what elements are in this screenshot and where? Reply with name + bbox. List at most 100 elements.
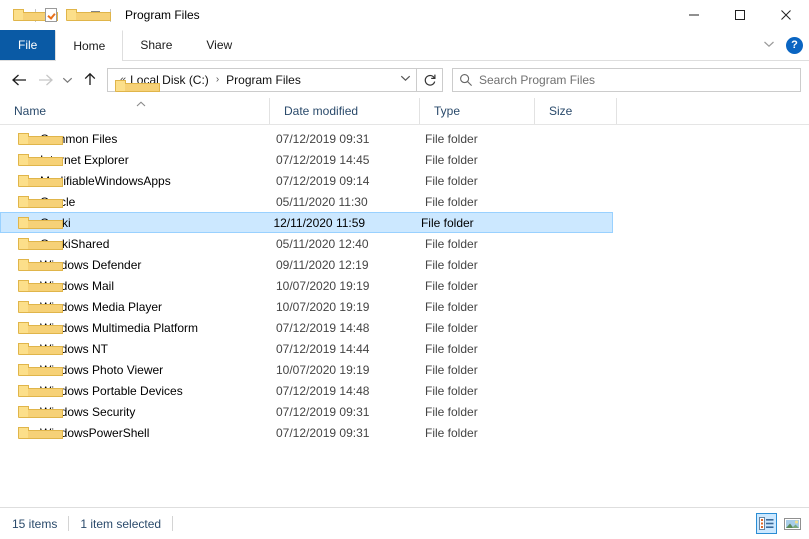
status-item-count: 15 items	[12, 516, 58, 531]
file-name-cell: Windows Portable Devices	[1, 384, 271, 398]
file-type-cell: File folder	[420, 215, 474, 230]
folder-icon	[18, 279, 63, 292]
file-date-cell: 05/11/2020 12:40	[276, 236, 369, 251]
breadcrumb-item-current[interactable]: Program Files	[226, 73, 301, 87]
table-row[interactable]: OzekiShared 05/11/2020 12:40 File folder	[0, 233, 809, 254]
column-headers: Name Date modified Type Size	[0, 98, 809, 125]
file-type-cell: File folder	[425, 362, 478, 377]
column-header-type[interactable]: Type	[420, 98, 535, 124]
new-folder-icon[interactable]	[62, 4, 111, 26]
column-header-date-modified[interactable]: Date modified	[270, 98, 420, 124]
address-bar-row: « Local Disk (C:) › Program Files Search…	[0, 61, 809, 98]
table-row[interactable]: Windows Mail 10/07/2020 19:19 File folder	[0, 275, 809, 296]
forward-button[interactable]	[32, 67, 58, 93]
up-button[interactable]	[77, 67, 103, 93]
window-controls	[671, 0, 809, 30]
table-row[interactable]: ModifiableWindowsApps 07/12/2019 09:14 Fil…	[0, 170, 809, 191]
details-view-button[interactable]	[756, 513, 777, 534]
status-selection-info: 1 item selected	[80, 516, 162, 531]
file-date-cell: 07/12/2019 14:44	[276, 341, 370, 356]
breadcrumb-separator[interactable]: ›	[209, 74, 226, 85]
tab-file[interactable]: File	[0, 30, 56, 60]
table-row[interactable]: Ozeki 12/11/2020 11:59 File folder	[0, 212, 613, 233]
table-row[interactable]: Windows Multimedia Platform 07/12/2019 14…	[0, 317, 809, 338]
table-row[interactable]: Oracle 05/11/2020 11:30 File folder	[0, 191, 809, 212]
folder-icon	[18, 132, 63, 145]
file-type-cell: File folder	[425, 152, 478, 167]
table-row[interactable]: Windows Portable Devices 07/12/2019 14:48…	[0, 380, 809, 401]
file-date-cell: 12/11/2020 11:59	[273, 215, 366, 230]
expand-ribbon-chevron-icon[interactable]	[760, 40, 778, 51]
folder-icon	[18, 195, 63, 208]
table-row[interactable]: Windows Security 07/12/2019 09:31 File fol…	[0, 401, 809, 422]
file-date-cell: 07/12/2019 14:45	[276, 152, 370, 167]
table-row[interactable]: Windows Defender 09/11/2020 12:19 File fol…	[0, 254, 809, 275]
file-type-cell: File folder	[425, 341, 478, 356]
table-row[interactable]: Common Files 07/12/2019 09:31 File folder	[0, 128, 809, 149]
search-box[interactable]: Search Program Files	[452, 67, 801, 92]
column-header-name[interactable]: Name	[0, 98, 270, 124]
close-button[interactable]	[763, 0, 809, 30]
view-mode-buttons	[756, 513, 803, 534]
search-input[interactable]: Search Program Files	[479, 73, 595, 87]
table-row[interactable]: Windows Photo Viewer 10/07/2020 19:19 File…	[0, 359, 809, 380]
file-date-cell: 10/07/2020 19:19	[276, 362, 370, 377]
file-date-cell: 07/12/2019 09:14	[276, 173, 370, 188]
status-divider-1	[68, 516, 70, 531]
table-row[interactable]: Internet Explorer 07/12/2019 14:45 File fo…	[0, 149, 809, 170]
column-header-name-label: Name	[14, 104, 47, 118]
ribbon-right-controls: ?	[760, 30, 803, 60]
minimize-button[interactable]	[671, 0, 717, 30]
tab-view[interactable]: View	[189, 30, 249, 60]
file-type-cell: File folder	[425, 383, 478, 398]
large-icons-view-button[interactable]	[782, 513, 803, 534]
file-type-cell: File folder	[425, 131, 478, 146]
file-name-cell: OzekiShared	[1, 237, 271, 251]
column-header-date-label: Date modified	[284, 104, 359, 118]
file-name-cell: Oracle	[1, 195, 271, 209]
file-name-cell: Windows Security	[1, 405, 271, 419]
tab-share[interactable]: Share	[123, 30, 189, 60]
file-type-cell: File folder	[425, 320, 478, 335]
file-list[interactable]: Common Files 07/12/2019 09:31 File folder I…	[0, 125, 809, 507]
search-icon	[453, 73, 479, 87]
file-name-cell: ModifiableWindowsApps	[1, 174, 271, 188]
table-row[interactable]: Windows NT 07/12/2019 14:44 File folder	[0, 338, 809, 359]
back-button[interactable]	[6, 67, 32, 93]
folder-icon[interactable]	[9, 4, 58, 26]
file-name-cell: Windows Media Player	[1, 300, 271, 314]
table-row[interactable]: Windows Media Player 10/07/2020 19:19 File…	[0, 296, 809, 317]
tab-home[interactable]: Home	[55, 30, 124, 61]
window-title: Program Files	[125, 8, 200, 22]
address-breadcrumb-bar[interactable]: « Local Disk (C:) › Program Files	[107, 67, 417, 92]
status-divider-2	[172, 516, 174, 531]
folder-icon	[18, 153, 63, 166]
file-date-cell: 07/12/2019 14:48	[276, 383, 370, 398]
column-header-size[interactable]: Size	[535, 98, 617, 124]
status-bar: 15 items 1 item selected	[0, 507, 809, 539]
file-date-cell: 10/07/2020 19:19	[276, 299, 370, 314]
maximize-button[interactable]	[717, 0, 763, 30]
file-date-cell: 05/11/2020 11:30	[276, 194, 368, 209]
sort-ascending-icon	[136, 100, 146, 109]
folder-icon	[18, 237, 63, 250]
file-name-cell: Windows Photo Viewer	[1, 363, 271, 377]
address-dropdown-chevron-icon[interactable]	[394, 74, 416, 85]
folder-icon	[18, 216, 63, 229]
recent-locations-chevron-icon[interactable]	[58, 67, 77, 93]
folder-icon	[18, 258, 63, 271]
help-icon[interactable]: ?	[786, 36, 803, 54]
explorer-window: Program Files File Home Share View ? Loc…	[0, 0, 809, 539]
file-type-cell: File folder	[425, 404, 478, 419]
file-name-cell: WindowsPowerShell	[1, 426, 271, 440]
file-type-cell: File folder	[425, 257, 478, 272]
title-bar: Program Files	[0, 0, 809, 30]
file-type-cell: File folder	[425, 236, 478, 251]
file-name-cell: Windows Mail	[1, 279, 271, 293]
file-name-cell: Internet Explorer	[1, 153, 271, 167]
folder-icon	[18, 384, 63, 397]
table-row[interactable]: WindowsPowerShell 07/12/2019 09:31 File fo…	[0, 422, 809, 443]
file-name-label: Windows Multimedia Platform	[40, 320, 199, 335]
refresh-button[interactable]	[417, 67, 443, 92]
file-type-cell: File folder	[425, 278, 478, 293]
